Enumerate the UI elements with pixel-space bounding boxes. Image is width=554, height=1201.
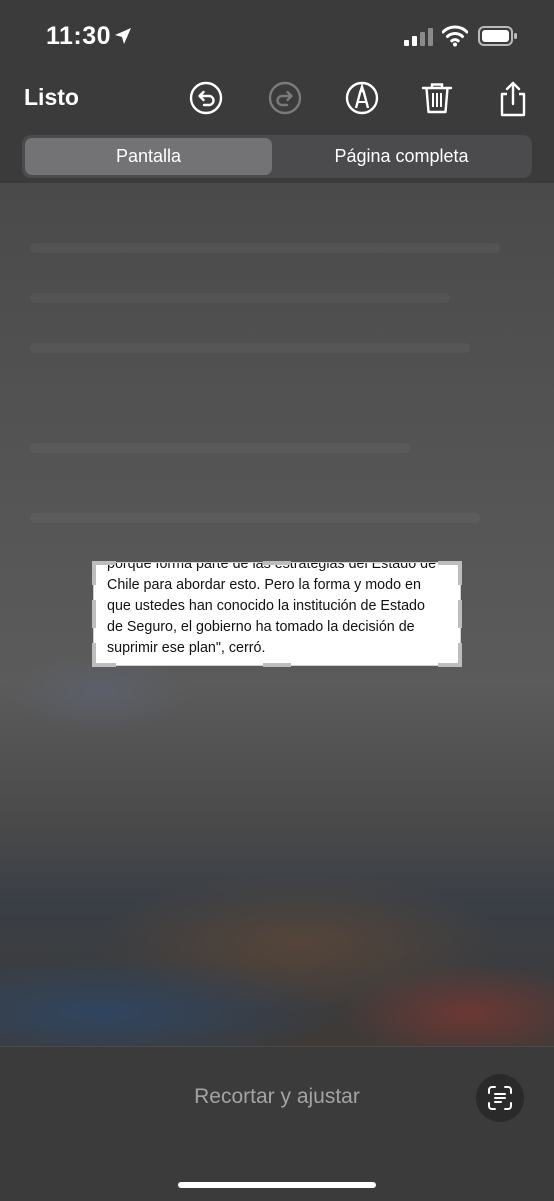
crop-text-line: de Seguro, el gobierno ha tomado la deci… (107, 619, 415, 635)
battery-icon (478, 26, 518, 51)
crop-text-line: suprimir ese plan", cerró. (107, 640, 266, 656)
crop-text-line: que ustedes han conocido la institución … (107, 598, 425, 614)
home-indicator[interactable] (178, 1182, 376, 1188)
trash-icon (421, 83, 453, 114)
blurred-content (30, 513, 480, 523)
status-time: 11:30 (46, 22, 112, 50)
crop-selection[interactable]: porque forma parte de las estrategias de… (93, 562, 461, 666)
crop-text: porque forma parte de las estrategias de… (107, 563, 452, 659)
crop-handle-bottom[interactable] (263, 663, 291, 667)
markup-button[interactable] (344, 80, 380, 116)
crop-handle-top-left[interactable] (92, 561, 96, 585)
crop-handle-right[interactable] (458, 600, 462, 628)
crop-handle-bottom-right[interactable] (458, 643, 462, 667)
live-text-button[interactable] (476, 1074, 524, 1122)
redo-icon (268, 81, 302, 115)
undo-button[interactable] (188, 80, 224, 116)
markup-pen-icon (345, 81, 379, 115)
live-text-icon (488, 1086, 512, 1110)
share-button[interactable] (497, 80, 533, 117)
crop-text-line: Chile para abordar esto. Pero la forma y… (107, 577, 421, 593)
crop-handle-bottom-left[interactable] (92, 643, 96, 667)
blurred-content (30, 443, 410, 453)
tab-pantalla[interactable]: Pantalla (25, 138, 272, 175)
blurred-content (30, 293, 450, 303)
capture-mode-segmented-control: Pantalla Página completa (22, 135, 532, 178)
cellular-signal-icon (404, 28, 434, 51)
location-arrow-icon (113, 26, 133, 51)
blurred-content (30, 343, 470, 353)
crop-handle-top-right[interactable] (458, 561, 462, 585)
wifi-icon (441, 25, 469, 52)
crop-handle-top[interactable] (263, 561, 291, 565)
crop-and-adjust-button[interactable]: Recortar y ajustar (0, 1085, 554, 1109)
crop-handle-left[interactable] (92, 600, 96, 628)
done-button[interactable]: Listo (24, 84, 79, 111)
delete-button[interactable] (420, 80, 456, 116)
tab-pagina-completa[interactable]: Página completa (274, 138, 529, 175)
top-toolbar: 11:30 Listo Pantalla Página completa (0, 0, 554, 183)
bottom-toolbar: Recortar y ajustar (0, 1046, 554, 1201)
undo-icon (189, 81, 223, 115)
redo-button[interactable] (267, 80, 303, 116)
blurred-content (30, 243, 500, 253)
share-icon (500, 81, 526, 117)
